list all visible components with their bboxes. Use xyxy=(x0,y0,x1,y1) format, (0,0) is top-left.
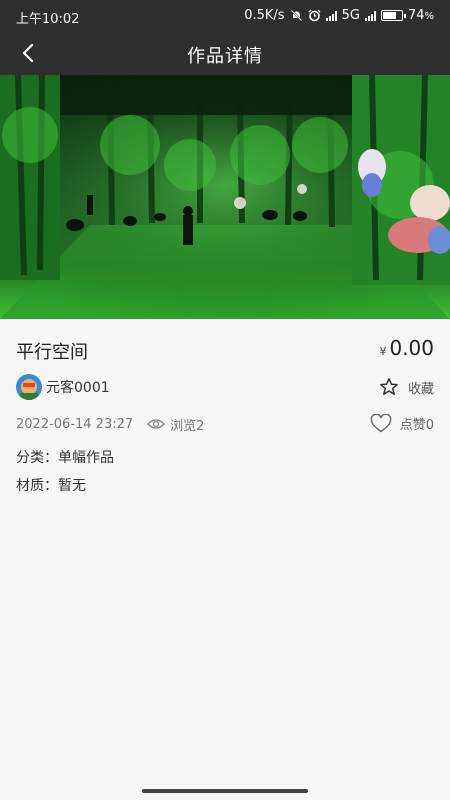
category-field: 分类：单幅作品 xyxy=(16,447,434,467)
material-label: 材质： xyxy=(16,478,58,494)
category-value: 单幅作品 xyxy=(58,450,114,466)
author-row[interactable]: 元客0001 xyxy=(16,374,434,400)
views-label: 浏览2 xyxy=(170,418,205,434)
author-name[interactable]: 元客0001 xyxy=(46,377,110,397)
heart-icon xyxy=(370,414,391,433)
likes-label: 点赞0 xyxy=(399,418,434,433)
artwork-info: 平行空间 ¥ 0.00 元客0001 收藏 2022-06-14 23:27 浏… xyxy=(0,319,450,800)
material-value: 暂无 xyxy=(58,478,86,494)
status-time: 上午10:02 xyxy=(16,12,80,27)
network-type: 5G xyxy=(341,8,360,23)
like-button[interactable]: 点赞0 xyxy=(370,414,434,433)
eye-icon xyxy=(147,419,166,429)
top-bar: 上午10:02 0.5K/s 5G 74% 作品详情 xyxy=(0,0,450,75)
favorite-label: 收藏 xyxy=(407,381,434,397)
mute-bell-icon xyxy=(289,9,303,22)
home-indicator[interactable] xyxy=(142,789,308,793)
status-right: 0.5K/s 5G 74% xyxy=(244,8,434,23)
publish-date: 2022-06-14 23:27 xyxy=(16,416,134,432)
artwork-image[interactable] xyxy=(0,75,450,319)
price-value: 0.00 xyxy=(389,336,434,360)
artwork-price: ¥ 0.00 xyxy=(379,336,434,360)
currency-symbol: ¥ xyxy=(379,345,387,358)
battery-percent: 74% xyxy=(408,8,434,23)
alarm-icon xyxy=(308,9,321,22)
battery-icon xyxy=(380,10,406,21)
net-speed: 0.5K/s xyxy=(244,8,285,23)
page-title: 作品详情 xyxy=(187,46,263,67)
status-bar: 上午10:02 0.5K/s 5G 74% xyxy=(0,0,450,32)
avatar[interactable] xyxy=(16,374,42,400)
views-count: 浏览2 xyxy=(147,415,204,434)
battery-fill xyxy=(382,12,396,19)
star-icon xyxy=(380,378,398,395)
signal-icon-2 xyxy=(364,10,376,21)
favorite-button[interactable]: 收藏 xyxy=(379,377,434,397)
battery-text: 74 xyxy=(407,8,425,23)
signal-icon xyxy=(325,10,337,21)
material-field: 材质：暂无 xyxy=(16,475,434,495)
category-label: 分类： xyxy=(16,450,58,466)
battery-unit: % xyxy=(424,11,434,22)
nav-bar: 作品详情 xyxy=(0,32,450,75)
forest-room-artwork xyxy=(0,75,450,319)
artwork-title: 平行空间 xyxy=(16,342,88,363)
